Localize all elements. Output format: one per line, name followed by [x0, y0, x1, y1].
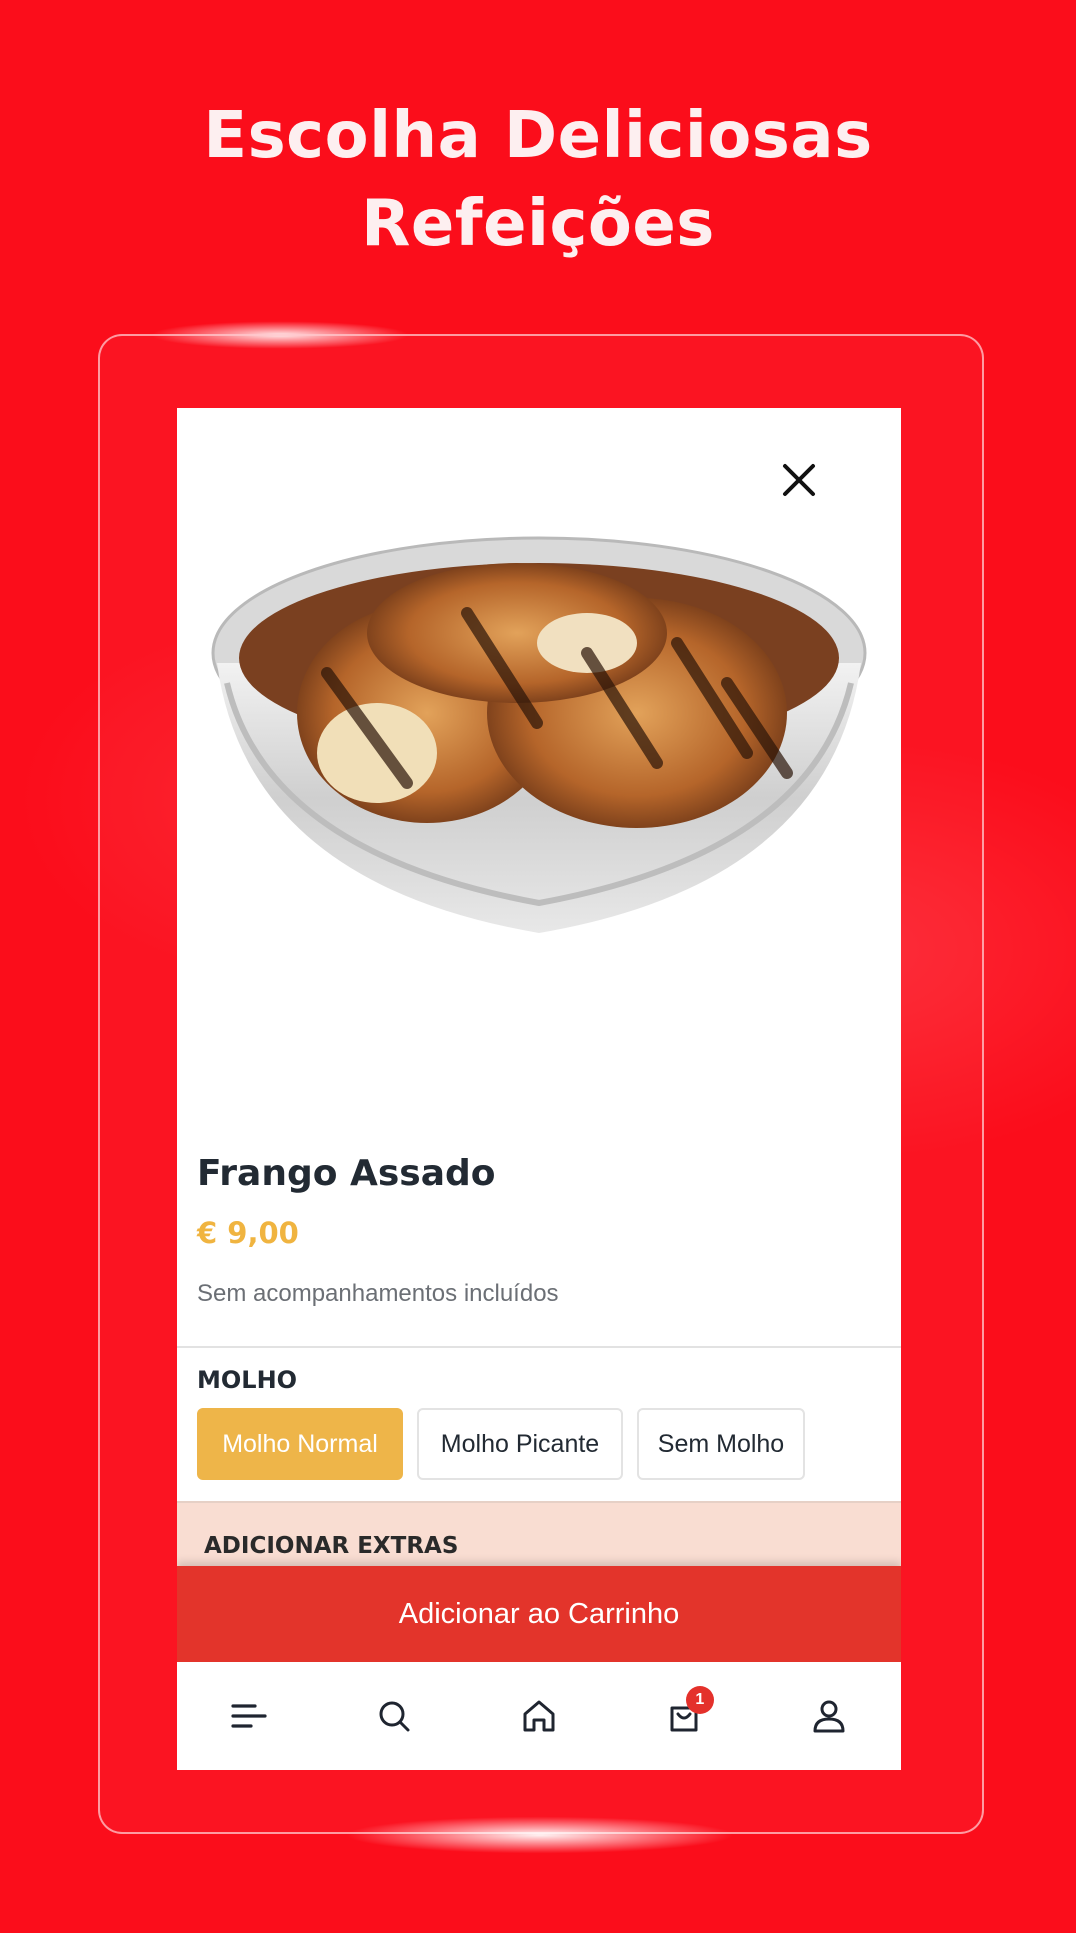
nav-home[interactable] — [509, 1686, 569, 1746]
home-icon — [523, 1700, 555, 1732]
close-button[interactable] — [777, 458, 821, 502]
nav-menu[interactable] — [219, 1686, 279, 1746]
close-icon — [783, 464, 815, 496]
profile-icon — [813, 1700, 845, 1733]
product-description: Sem acompanhamentos incluídos — [197, 1280, 559, 1307]
promo-headline: Escolha Deliciosas Refeições — [0, 92, 1076, 268]
nav-search[interactable] — [364, 1686, 424, 1746]
extras-section-title: ADICIONAR EXTRAS — [204, 1533, 459, 1559]
product-image — [207, 523, 871, 943]
sauce-options: Molho Normal Molho Picante Sem Molho — [197, 1408, 805, 1480]
cart-count-badge: 1 — [685, 1686, 714, 1714]
headline-line-1: Escolha Deliciosas — [203, 99, 873, 173]
headline-line-2: Refeições — [361, 187, 715, 261]
sauce-option-normal[interactable]: Molho Normal — [197, 1408, 403, 1480]
app-screen: Frango Assado € 9,00 Sem acompanhamentos… — [177, 408, 901, 1770]
product-name: Frango Assado — [197, 1153, 496, 1194]
search-icon — [379, 1701, 410, 1732]
section-divider — [177, 1346, 901, 1348]
product-price: € 9,00 — [197, 1216, 299, 1250]
nav-profile[interactable] — [799, 1686, 859, 1746]
menu-icon — [231, 1704, 267, 1728]
bottom-navigation: 1 — [177, 1662, 901, 1770]
sauce-option-none[interactable]: Sem Molho — [637, 1408, 805, 1480]
sauce-option-spicy[interactable]: Molho Picante — [417, 1408, 623, 1480]
sauce-section-title: MOLHO — [197, 1366, 298, 1394]
nav-cart[interactable]: 1 — [654, 1686, 714, 1746]
frame-highlight-bottom — [330, 1815, 750, 1855]
add-to-cart-button[interactable]: Adicionar ao Carrinho — [177, 1566, 901, 1662]
